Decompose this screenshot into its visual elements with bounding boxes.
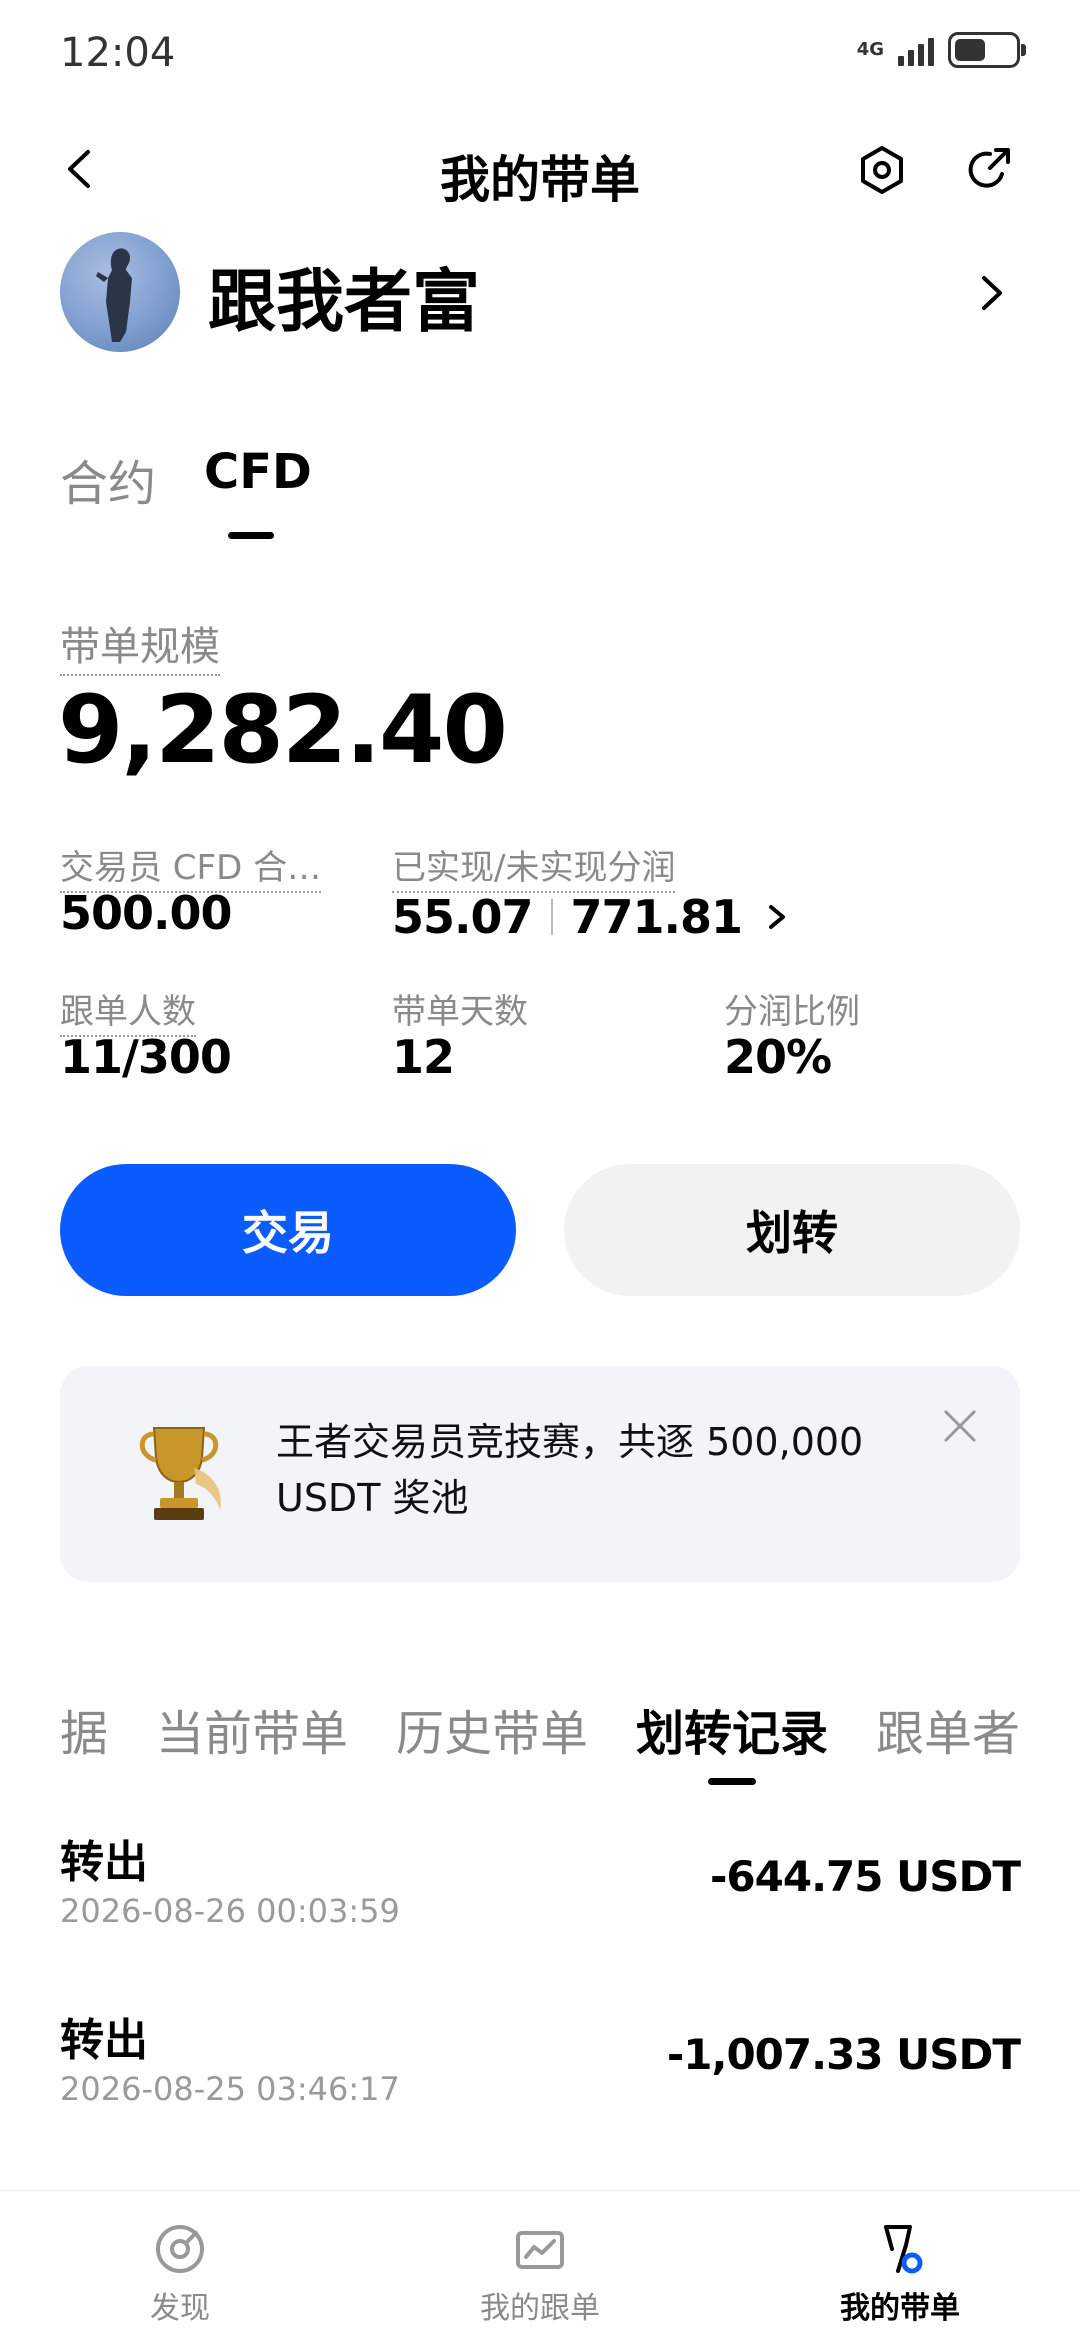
promo-banner[interactable]: 王者交易员竞技赛，共逐 500,000 USDT 奖池 [60,1366,1020,1582]
profit-share-ratio-value: 20% [724,1030,832,1084]
bottom-nav-my-copy[interactable]: 我的跟单 [440,2221,640,2327]
promo-text: 王者交易员竞技赛，共逐 500,000 USDT 奖池 [276,1420,864,1520]
list-item[interactable]: 转出 2026-08-25 03:46:17 -1,007.33 USDT [60,2004,1021,2134]
share-icon[interactable] [962,144,1014,196]
record-amount: -1,007.33 USDT [666,2030,1021,2079]
bottom-nav-label: 我的跟单 [480,2291,600,2326]
chevron-right-icon [982,276,1002,310]
battery-level [955,39,985,61]
list-item[interactable]: 转出 2026-08-26 00:03:59 -644.75 USDT [60,1826,1021,1956]
lead-scale-value: 9,282.40 [58,676,508,785]
bottom-nav-discover[interactable]: 发现 [80,2221,280,2327]
top-nav-bar: 我的带单 [0,120,1080,220]
followers-value: 11/300 [60,1030,232,1084]
bottom-nav: 发现 我的跟单 我的带单 [0,2190,1080,2340]
lead-days-value: 12 [392,1030,455,1084]
bottom-nav-label: 我的带单 [840,2291,960,2326]
record-amount: -644.75 USDT [710,1852,1021,1901]
record-time: 2026-08-26 00:03:59 [60,1892,400,1930]
trophy-icon [139,1427,221,1520]
page-title: 我的带单 [440,151,640,209]
settings-icon[interactable] [856,144,908,196]
tab-current-orders[interactable]: 当前带单 [156,1694,348,1764]
transfer-button[interactable]: 划转 [564,1164,1020,1296]
close-icon[interactable] [940,1406,980,1446]
trader-cfd-value: 500.00 [60,886,233,940]
profit-share-ratio-label: 分润比例 [724,992,860,1032]
profit-share-label[interactable]: 已实现/未实现分润 [392,840,676,893]
tab-history-orders[interactable]: 历史带单 [396,1694,588,1764]
discover-icon [156,2225,204,2273]
realized-profit-value: 55.07 [392,890,534,944]
profit-share-row[interactable]: 55.07 771.81 [392,890,794,944]
record-time: 2026-08-25 03:46:17 [60,2070,400,2108]
bottom-nav-my-lead[interactable]: 我的带单 [800,2221,1000,2327]
status-bar: 12:04 4G [0,0,1080,110]
lead-days-label: 带单天数 [392,992,528,1032]
record-type: 转出 [60,1837,148,1888]
trader-name: 跟我者富 [208,263,481,342]
chevron-right-icon [769,905,786,929]
chart-icon [516,2231,564,2269]
divider [550,899,553,935]
active-tab-indicator [228,532,274,539]
unrealized-profit-value: 771.81 [570,890,744,944]
avatar [60,232,180,352]
tab-data[interactable]: 据 [60,1694,108,1764]
battery-icon [948,32,1026,68]
tab-cfd[interactable]: CFD [204,444,312,500]
network-type-label: 4G [856,39,884,60]
bottom-nav-label: 发现 [150,2291,210,2326]
lead-trade-icon [884,2225,923,2274]
tab-transfer-records[interactable]: 划转记录 [636,1694,828,1764]
lead-scale-label[interactable]: 带单规模 [60,614,220,676]
avatar-image [96,248,132,342]
tab-contract[interactable]: 合约 [60,444,156,514]
record-type: 转出 [60,2015,148,2066]
signal-icon [898,34,934,66]
active-tab-indicator [708,1778,756,1785]
status-time: 12:04 [60,30,176,76]
trader-profile[interactable]: 跟我者富 [60,232,1020,352]
tab-followers[interactable]: 跟单者 [876,1694,1020,1764]
trade-button[interactable]: 交易 [60,1164,516,1296]
status-icons: 4G [856,32,1026,68]
